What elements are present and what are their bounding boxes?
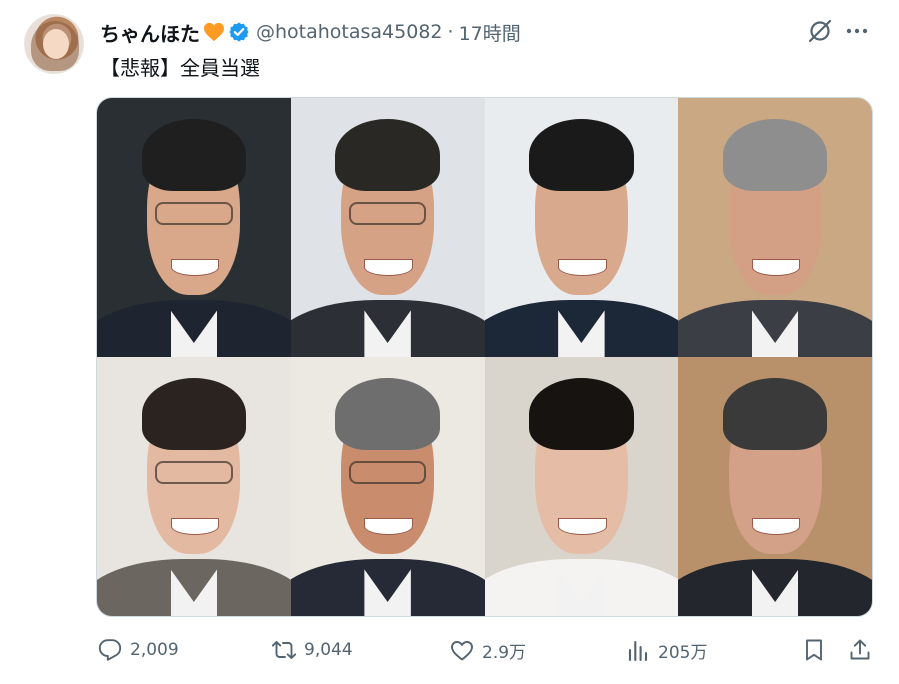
reply-count: 2,009: [130, 640, 179, 660]
media-grid[interactable]: [96, 97, 873, 617]
views-button[interactable]: 205万: [626, 638, 707, 663]
user-handle[interactable]: @hotahotasa45082: [256, 21, 443, 43]
portrait-hairtop: [722, 118, 828, 192]
portrait-hairtop: [335, 118, 440, 192]
portrait-glasses: [348, 460, 427, 484]
reply-button[interactable]: 2,009: [98, 638, 179, 662]
avatar-face: [43, 29, 69, 59]
post-time[interactable]: 17時間: [459, 19, 521, 46]
portrait-hairtop: [141, 118, 247, 192]
share-button[interactable]: [848, 638, 872, 662]
views-icon: [628, 640, 648, 661]
portrait-smile: [558, 258, 607, 277]
photo-1[interactable]: [97, 98, 291, 357]
action-bar: 2,009 9,044 2.9万 205万: [96, 632, 873, 672]
tweet-header: ちゃんほた @hotahotasa45082 · 17時間: [100, 14, 869, 50]
portrait-smile: [170, 258, 220, 277]
repost-button[interactable]: 9,044: [272, 638, 353, 662]
bookmark-button[interactable]: [802, 638, 826, 662]
separator-dot: ·: [447, 21, 454, 43]
portrait-smile: [364, 258, 413, 277]
photo-8[interactable]: [678, 357, 872, 616]
photo-4[interactable]: [678, 98, 872, 357]
portrait-hairtop: [722, 377, 828, 451]
more-icon[interactable]: [843, 18, 871, 44]
like-count: 2.9万: [482, 643, 527, 663]
portrait-smile: [364, 517, 413, 536]
portrait-hairtop: [529, 377, 634, 451]
avatar[interactable]: [24, 14, 84, 74]
views-count: 205万: [658, 643, 708, 663]
photo-2[interactable]: [290, 98, 485, 357]
portrait-smile: [170, 517, 220, 536]
share-icon: [850, 639, 870, 660]
orange-heart-icon: [203, 22, 225, 42]
photo-7[interactable]: [484, 357, 679, 616]
grok-icon[interactable]: [807, 18, 833, 44]
photo-5[interactable]: [97, 357, 291, 616]
portrait-glasses: [348, 201, 427, 225]
like-button[interactable]: 2.9万: [450, 638, 526, 663]
portrait-smile: [558, 517, 607, 536]
photo-6[interactable]: [290, 357, 485, 616]
reply-icon: [98, 639, 122, 661]
repost-count: 9,044: [304, 640, 353, 660]
like-icon: [451, 640, 473, 660]
repost-icon: [272, 641, 296, 659]
portrait-hairtop: [141, 377, 247, 451]
tweet-text: 【悲報】全員当選: [100, 56, 260, 80]
photo-3[interactable]: [484, 98, 679, 357]
portrait-glasses: [155, 201, 233, 225]
portrait-hairtop: [335, 377, 440, 451]
display-name[interactable]: ちゃんほた: [100, 18, 200, 47]
portrait-hairtop: [529, 118, 634, 192]
verified-badge-icon[interactable]: [228, 21, 250, 43]
portrait-glasses: [155, 460, 233, 484]
bookmark-icon: [806, 639, 822, 661]
